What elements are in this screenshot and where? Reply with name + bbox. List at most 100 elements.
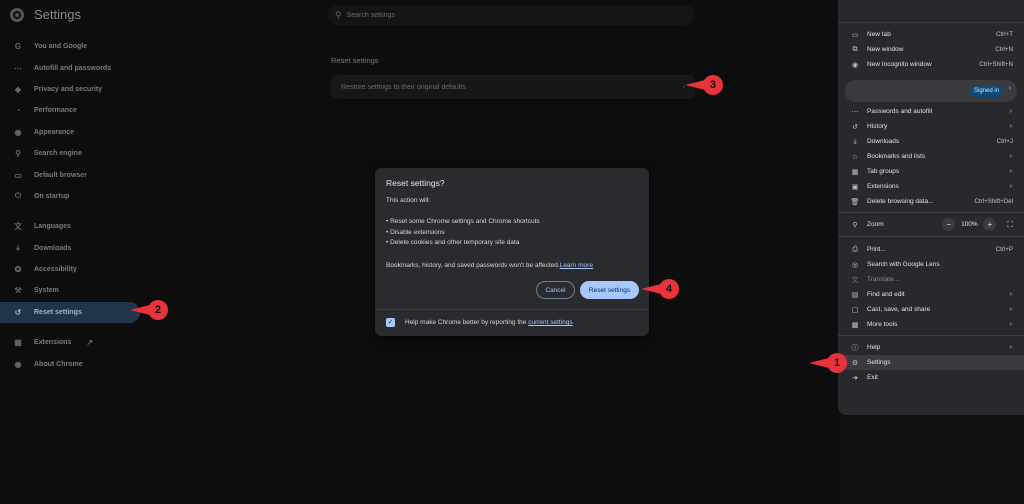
menu-item-new-tab[interactable]: ▭ New tab Ctrl+T [838, 27, 1024, 42]
menu-item-label: Downloads [867, 138, 900, 145]
menu-item-shortcut: Ctrl+N [995, 46, 1013, 53]
sidebar-item-on-startup[interactable]: ⏻ On startup [0, 186, 140, 207]
external-link-icon: ↗ [86, 338, 94, 348]
sidebar-item-system[interactable]: ⚒ System [0, 280, 140, 301]
settings-header: Settings [10, 7, 81, 22]
menu-item-print[interactable]: ⎙ Print... Ctrl+P [838, 242, 1024, 257]
profile-row[interactable]: Signed in › [845, 80, 1017, 102]
current-settings-link[interactable]: current settings [528, 319, 572, 326]
chrome-main-menu: ▭ New tab Ctrl+T ⧉ New window Ctrl+N ◉ N… [838, 0, 1024, 415]
sidebar-item-label: Default browser [34, 171, 87, 179]
menu-item-delete-browsing-data[interactable]: 🗑 Delete browsing data... Ctrl+Shift+Del [838, 194, 1024, 209]
exit-icon: ➜ [852, 374, 858, 382]
cancel-button[interactable]: Cancel [536, 281, 575, 299]
sidebar-item-about-chrome[interactable]: ◉ About Chrome [0, 353, 140, 374]
dialog-footer: Help make Chrome better by reporting the… [405, 319, 573, 326]
sidebar-item-label: Extensions [34, 339, 72, 347]
accessibility-icon: ✪ [14, 265, 22, 275]
sidebar-item-accessibility[interactable]: ✪ Accessibility [0, 259, 140, 280]
zoom-in-button[interactable]: + [983, 218, 997, 231]
chevron-right-icon: › [1009, 153, 1012, 160]
menu-item-new-incognito[interactable]: ◉ New Incognito window Ctrl+Shift+N [838, 57, 1024, 72]
shield-icon: ◆ [14, 84, 22, 94]
menu-item-shortcut: Ctrl+P [995, 246, 1013, 253]
chevron-right-icon: › [1009, 291, 1012, 298]
sidebar-item-extensions[interactable]: ▦ Extensions ↗ [0, 332, 140, 353]
menu-item-label: Cast, save, and share [867, 306, 931, 313]
menu-item-more-tools[interactable]: ▩ More tools › [838, 317, 1024, 332]
fullscreen-icon[interactable]: ⛶ [1007, 220, 1013, 230]
sidebar-item-performance[interactable]: ◔ Performance [0, 100, 140, 121]
menu-item-tab-groups[interactable]: ▦ Tab groups › [838, 164, 1024, 179]
speedometer-icon: ◔ [15, 106, 21, 116]
menu-item-label: Bookmarks and lists [867, 153, 926, 160]
menu-item-label: Settings [867, 359, 891, 366]
sidebar-item-label: You and Google [34, 43, 88, 51]
incognito-icon: ◉ [851, 61, 859, 69]
sidebar-item-languages[interactable]: 文 Languages [0, 216, 140, 237]
menu-item-zoom: ⚲ Zoom − 100% + ⛶ [838, 217, 1024, 232]
sidebar-item-you-and-google[interactable]: G You and Google [0, 36, 140, 57]
section-title: Reset settings [331, 56, 379, 65]
menu-item-shortcut: Ctrl+J [996, 138, 1013, 145]
document-search-icon: ▤ [851, 291, 859, 299]
restore-defaults-row[interactable]: Restore settings to their original defau… [331, 75, 695, 99]
sidebar-item-reset-settings[interactable]: ↺ Reset settings [0, 301, 140, 324]
browser-icon: ▭ [14, 170, 22, 180]
menu-item-label: Translate... [867, 276, 900, 283]
zoom-out-button[interactable]: − [942, 218, 956, 231]
search-icon: ⚲ [335, 9, 342, 20]
menu-item-find-and-edit[interactable]: ▤ Find and edit › [838, 287, 1024, 302]
sidebar-item-appearance[interactable]: ◉ Appearance [0, 122, 140, 143]
sidebar-item-downloads[interactable]: ⤓ Downloads [0, 238, 140, 259]
download-icon: ⤓ [16, 243, 20, 253]
sidebar-item-autofill[interactable]: ⋯ Autofill and passwords [0, 57, 140, 78]
reset-settings-button[interactable]: Reset settings [580, 281, 639, 299]
toolbox-icon: ▩ [851, 321, 859, 329]
list-item: • Disable extensions [386, 228, 445, 236]
menu-item-shortcut: Ctrl+Shift+N [979, 61, 1013, 68]
menu-item-passwords[interactable]: ⋯ Passwords and autofill › [838, 104, 1024, 119]
sidebar-item-label: Performance [34, 107, 77, 115]
gear-icon: ⚙ [851, 359, 859, 367]
translate-icon: 文 [851, 276, 859, 284]
learn-more-link[interactable]: Learn more [560, 262, 593, 269]
key-icon: ⋯ [14, 63, 22, 73]
sidebar-item-default-browser[interactable]: ▭ Default browser [0, 164, 140, 185]
dialog-note-text: Bookmarks, history, and saved passwords … [386, 262, 560, 269]
menu-item-history[interactable]: ↺ History › [838, 119, 1024, 134]
reset-settings-dialog: Reset settings? This action will: • Rese… [375, 168, 649, 336]
menu-item-settings[interactable]: ⚙ Settings [838, 355, 1024, 370]
sidebar-item-label: Appearance [34, 128, 75, 136]
menu-item-label: Print... [867, 246, 886, 253]
menu-item-downloads[interactable]: ⤓ Downloads Ctrl+J [838, 134, 1024, 149]
sidebar-item-label: About Chrome [34, 360, 83, 368]
search-input[interactable] [346, 11, 647, 19]
menu-item-bookmarks[interactable]: ☆ Bookmarks and lists › [838, 149, 1024, 164]
key-icon: ⋯ [851, 108, 859, 116]
callout-4: 4 [639, 279, 679, 299]
menu-item-cast-save-share[interactable]: ▢ Cast, save, and share › [838, 302, 1024, 317]
chrome-logo-icon [10, 7, 24, 22]
chrome-icon: ◉ [14, 359, 22, 369]
sidebar-nav: G You and Google ⋯ Autofill and password… [0, 36, 140, 375]
menu-item-exit[interactable]: ➜ Exit [838, 370, 1024, 385]
print-icon: ⎙ [852, 245, 858, 253]
menu-item-label: Zoom [867, 221, 884, 228]
palette-icon: ◉ [14, 127, 22, 137]
report-settings-checkbox[interactable]: ✓ [386, 318, 395, 327]
menu-item-help[interactable]: ⓘ Help › [838, 340, 1024, 355]
menu-item-google-lens[interactable]: ◎ Search with Google Lens [838, 257, 1024, 272]
search-bar[interactable]: ⚲ [327, 5, 695, 25]
menu-item-shortcut: Ctrl+T [995, 31, 1013, 38]
sidebar-item-label: Privacy and security [34, 85, 103, 93]
menu-item-new-window[interactable]: ⧉ New window Ctrl+N [838, 42, 1024, 57]
menu-divider [838, 236, 1024, 237]
new-tab-icon: ▭ [851, 31, 859, 39]
sidebar-item-search-engine[interactable]: ⚲ Search engine [0, 143, 140, 164]
menu-item-label: History [867, 123, 888, 130]
menu-item-label: Help [867, 344, 881, 351]
sidebar-item-privacy[interactable]: ◆ Privacy and security [0, 79, 140, 100]
lens-icon: ◎ [851, 261, 859, 269]
menu-item-extensions[interactable]: ▣ Extensions › [838, 179, 1024, 194]
